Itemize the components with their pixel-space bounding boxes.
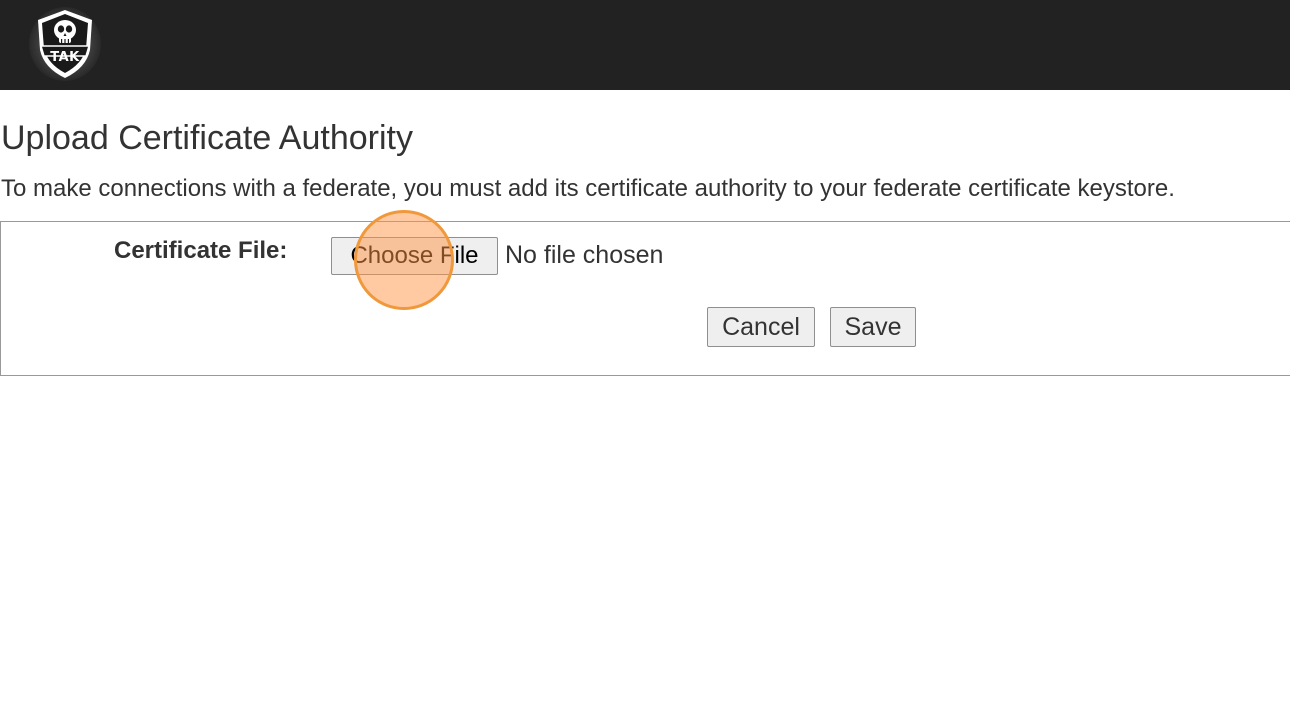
file-status-text: No file chosen	[505, 241, 664, 269]
page-title: Upload Certificate Authority	[1, 119, 413, 157]
intro-text: To make connections with a federate, you…	[1, 175, 1175, 202]
logo-text: TAK	[50, 50, 80, 65]
choose-file-button[interactable]: Choose File	[331, 237, 498, 275]
top-header-bar: TAK	[0, 0, 1290, 90]
tak-logo[interactable]: TAK	[28, 6, 102, 82]
save-button[interactable]: Save	[830, 307, 916, 347]
shield-skull-icon	[29, 7, 101, 81]
cancel-button[interactable]: Cancel	[707, 307, 815, 347]
certificate-file-label: Certificate File:	[114, 237, 288, 264]
